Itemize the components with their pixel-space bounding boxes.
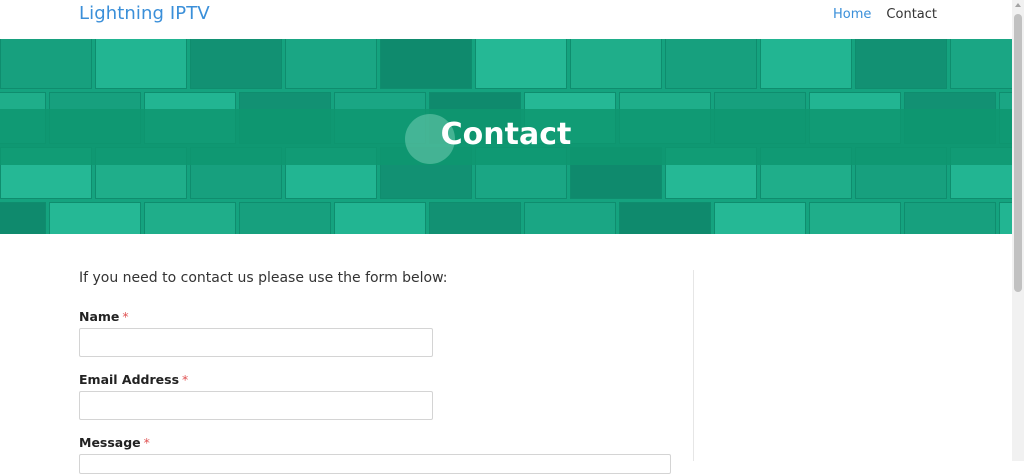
hero-thumbnail-tile — [524, 202, 616, 234]
contact-intro-text: If you need to contact us please use the… — [79, 270, 448, 286]
email-label-text: Email Address — [79, 372, 180, 387]
required-asterisk: * — [122, 309, 129, 324]
email-field[interactable] — [79, 391, 433, 420]
hero-thumbnail-tile — [95, 39, 187, 89]
scroll-thumb[interactable] — [1014, 14, 1022, 292]
hero-thumbnail-tile — [429, 202, 521, 234]
top-navbar: Lightning IPTV Home Contact — [0, 0, 1012, 39]
required-asterisk: * — [182, 372, 189, 387]
scroll-up-arrow-icon[interactable] — [1015, 3, 1021, 7]
nav-contact-link[interactable]: Contact — [886, 7, 937, 22]
hero-thumbnail-tile — [334, 202, 426, 234]
hero-thumbnail-tile — [665, 39, 757, 89]
hero-thumbnail-tile — [380, 39, 472, 89]
page-title: Contact — [440, 117, 572, 152]
hero-thumbnail-tile — [239, 202, 331, 234]
hero-banner: Contact — [0, 39, 1012, 234]
hero-thumbnail-tile — [190, 39, 282, 89]
hero-thumbnail-tile — [904, 202, 996, 234]
nav-home-link[interactable]: Home — [833, 7, 871, 22]
name-field[interactable] — [79, 328, 433, 357]
hero-thumbnail-tile — [0, 39, 92, 89]
hero-thumbnail-tile — [144, 202, 236, 234]
hero-thumbnail-tile — [619, 202, 711, 234]
name-label: Name * — [79, 309, 129, 324]
required-asterisk: * — [143, 435, 150, 450]
brand-link[interactable]: Lightning IPTV — [79, 3, 210, 24]
email-label: Email Address * — [79, 372, 188, 387]
message-label-text: Message — [79, 435, 141, 450]
hero-thumbnail-tile — [855, 39, 947, 89]
message-textarea[interactable] — [79, 454, 671, 474]
hero-thumbnail-tile — [714, 202, 806, 234]
hero-thumbnail-tile — [285, 39, 377, 89]
hero-thumbnail-tile — [49, 202, 141, 234]
hero-thumbnail-tile — [570, 39, 662, 89]
hero-thumbnail-tile — [760, 39, 852, 89]
message-label: Message * — [79, 435, 150, 450]
hero-thumbnail-tile — [475, 39, 567, 89]
name-label-text: Name — [79, 309, 120, 324]
vertical-scrollbar[interactable] — [1012, 0, 1024, 461]
nav-menu: Home Contact — [833, 7, 937, 22]
hero-thumbnail-tile — [950, 39, 1012, 89]
hero-thumbnail-tile — [0, 202, 46, 234]
hero-thumbnail-tile — [809, 202, 901, 234]
column-divider — [693, 270, 694, 461]
hero-thumbnail-tile — [999, 202, 1012, 234]
